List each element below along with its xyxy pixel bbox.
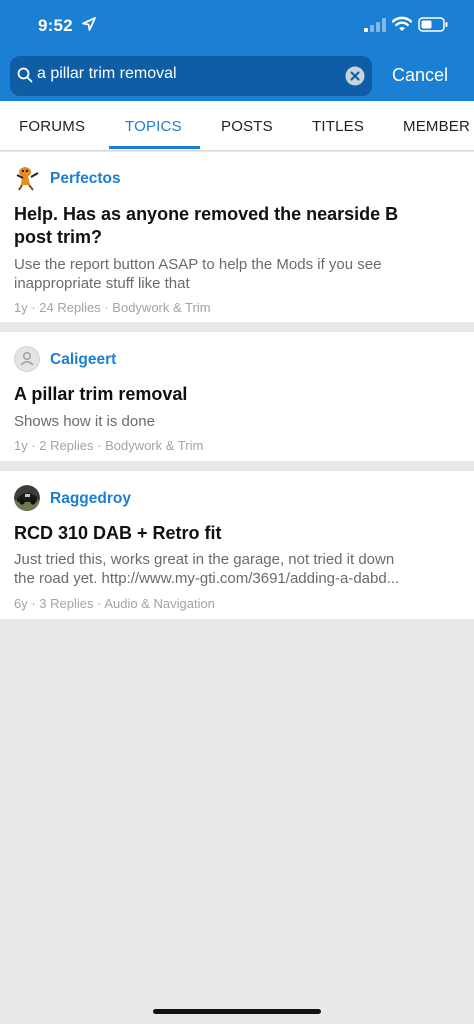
forum-name: Bodywork & Trim — [105, 438, 204, 453]
search-input[interactable]: a pillar trim removal — [37, 65, 177, 83]
topic-result[interactable]: Perfectos Help. Has as anyone removed th… — [0, 152, 474, 322]
topic-meta: 1y · 2 Replies · Bodywork & Trim — [14, 438, 204, 453]
search-tabs: FORUMS TOPICS POSTS TITLES MEMBER — [0, 101, 474, 151]
author-name[interactable]: Caligeert — [50, 351, 116, 369]
topic-snippet: Use the report button ASAP to help the M… — [14, 255, 460, 293]
topic-result[interactable]: Raggedroy RCD 310 DAB + Retro fit Just t… — [0, 471, 474, 619]
forum-name: Audio & Navigation — [104, 596, 215, 611]
location-arrow-icon — [82, 17, 96, 31]
topic-title[interactable]: RCD 310 DAB + Retro fit — [14, 522, 460, 545]
reply-count: 24 Replies — [39, 300, 101, 315]
topic-age: 1y — [14, 300, 28, 315]
topic-snippet: Shows how it is done — [14, 413, 155, 430]
tab-titles[interactable]: TITLES — [312, 118, 364, 135]
user-avatar[interactable] — [14, 165, 40, 191]
clear-search-icon[interactable] — [345, 66, 365, 86]
author-name[interactable]: Perfectos — [50, 170, 121, 188]
topic-age: 1y — [14, 438, 28, 453]
topic-snippet: Just tried this, works great in the gara… — [14, 550, 460, 588]
active-tab-indicator — [109, 146, 200, 149]
topic-meta: 6y · 3 Replies · Audio & Navigation — [14, 596, 215, 611]
status-bar: 9:52 — [0, 0, 474, 52]
cellular-signal-icon — [364, 18, 386, 32]
battery-icon — [418, 17, 448, 32]
status-time: 9:52 — [38, 16, 73, 35]
snippet-line: the road yet. http://www.my-gti.com/3691… — [14, 570, 400, 587]
tab-topics[interactable]: TOPICS — [125, 118, 182, 135]
home-indicator[interactable] — [153, 1009, 321, 1014]
tab-forums[interactable]: FORUMS — [19, 118, 85, 135]
topic-title[interactable]: Help. Has as anyone removed the nearside… — [14, 203, 460, 249]
top-bar: 9:52 a pillar trim removal Cancel — [0, 0, 474, 101]
topic-title[interactable]: A pillar trim removal — [14, 383, 460, 406]
reply-count: 2 Replies — [39, 438, 94, 453]
cancel-button[interactable]: Cancel — [392, 65, 448, 86]
search-icon — [17, 67, 33, 83]
topic-result[interactable]: Caligeert A pillar trim removal Shows ho… — [0, 332, 474, 461]
search-field[interactable]: a pillar trim removal — [10, 56, 372, 96]
snippet-line: inappropriate stuff like that — [14, 275, 190, 292]
topic-title-line: post trim? — [14, 227, 102, 247]
topic-title-line: Help. Has as anyone removed the nearside… — [14, 204, 399, 224]
topic-meta: 1y · 24 Replies · Bodywork & Trim — [14, 300, 211, 315]
tab-posts[interactable]: POSTS — [221, 118, 273, 135]
tab-members[interactable]: MEMBER — [403, 118, 470, 135]
wifi-icon — [392, 16, 412, 31]
user-avatar[interactable] — [14, 485, 40, 511]
snippet-line: Use the report button ASAP to help the M… — [14, 256, 382, 273]
reply-count: 3 Replies — [39, 596, 94, 611]
default-avatar-icon[interactable] — [14, 346, 40, 372]
snippet-line: Just tried this, works great in the gara… — [14, 551, 395, 568]
author-name[interactable]: Raggedroy — [50, 490, 131, 508]
topic-age: 6y — [14, 596, 28, 611]
forum-name: Bodywork & Trim — [112, 300, 211, 315]
